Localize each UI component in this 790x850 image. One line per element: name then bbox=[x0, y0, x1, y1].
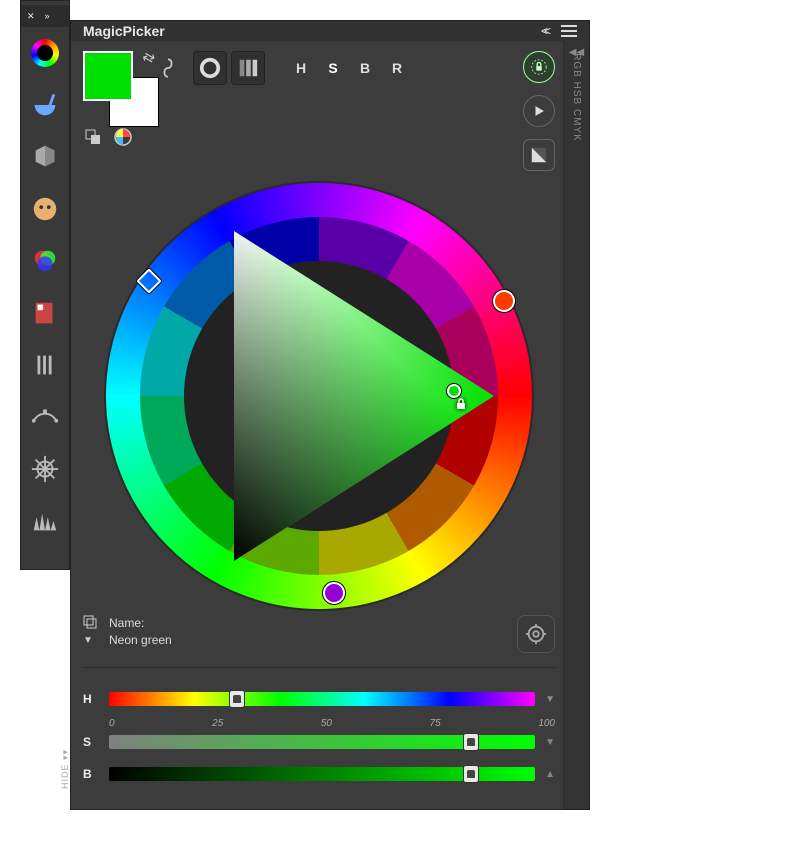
close-icon[interactable]: ✕ bbox=[27, 11, 35, 22]
nodes-icon bbox=[30, 402, 60, 432]
gradient-bars-button[interactable] bbox=[231, 51, 265, 85]
color-scheme-icon[interactable] bbox=[113, 127, 133, 147]
link-colors-icon[interactable] bbox=[161, 57, 181, 79]
sidebar-item-5[interactable] bbox=[26, 294, 64, 332]
slider-s-thumb[interactable] bbox=[463, 733, 479, 751]
channel-b-button[interactable]: B bbox=[351, 51, 379, 85]
sidebar-item-1[interactable] bbox=[26, 86, 64, 124]
slider-h-label: H bbox=[83, 692, 99, 706]
complement-indicator-1[interactable] bbox=[323, 582, 345, 604]
color-name-label: Name: bbox=[109, 615, 172, 632]
default-colors-icon[interactable] bbox=[83, 127, 103, 147]
swap-colors-icon[interactable]: ⇄ bbox=[140, 47, 159, 68]
color-name-row: ▼ Name: Neon green bbox=[83, 615, 555, 653]
sidebar-item-9[interactable] bbox=[26, 502, 64, 540]
sv-picker-dot[interactable] bbox=[447, 384, 461, 398]
panel-title: MagicPicker bbox=[83, 23, 165, 39]
hide-sliders-label[interactable]: HIDE ▾▾ bbox=[60, 749, 71, 789]
brushes-icon bbox=[30, 350, 60, 380]
slider-s: S ▼ bbox=[83, 735, 555, 749]
color-name-text: Name: Neon green bbox=[109, 615, 172, 649]
expand-icon[interactable]: » bbox=[45, 11, 50, 21]
plugin-dock-sidebar: ✕ » bbox=[20, 0, 70, 570]
foreground-swatch[interactable] bbox=[83, 51, 133, 101]
slider-b-label: B bbox=[83, 767, 99, 781]
sidebar-item-7[interactable] bbox=[26, 398, 64, 436]
cube-icon bbox=[30, 142, 60, 172]
color-wheel[interactable] bbox=[104, 181, 534, 611]
slider-h-thumb[interactable] bbox=[229, 690, 245, 708]
slider-b: B ▲ bbox=[83, 767, 555, 781]
corner-mode-button[interactable] bbox=[523, 139, 555, 171]
slider-s-label: S bbox=[83, 735, 99, 749]
mode-strip-label: RGB HSB CMYK bbox=[571, 53, 582, 142]
expand-name-icon[interactable]: ▼ bbox=[83, 635, 97, 646]
rgb-circles-icon bbox=[30, 246, 60, 276]
settings-button[interactable] bbox=[517, 615, 555, 653]
lock-icon bbox=[455, 398, 469, 412]
collapse-button[interactable]: << bbox=[541, 24, 547, 38]
slider-h: H ▼ bbox=[83, 692, 555, 706]
play-button[interactable] bbox=[523, 95, 555, 127]
slider-b-stepup[interactable]: ▲ bbox=[545, 769, 555, 780]
sidebar-item-8[interactable] bbox=[26, 450, 64, 488]
channel-r-button[interactable]: R bbox=[383, 51, 411, 85]
sidebar-item-3[interactable] bbox=[26, 190, 64, 228]
color-mode-strip[interactable]: ◀◀ RGB HSB CMYK bbox=[563, 41, 589, 809]
sidebar-item-2[interactable] bbox=[26, 138, 64, 176]
mortar-icon bbox=[30, 90, 60, 120]
channel-h-button[interactable]: H bbox=[287, 51, 315, 85]
sidebar-header: ✕ » bbox=[21, 5, 69, 27]
slider-b-thumb[interactable] bbox=[463, 765, 479, 783]
slider-s-track[interactable] bbox=[109, 735, 535, 749]
panel-menu-button[interactable] bbox=[561, 25, 577, 37]
slider-s-stepdown[interactable]: ▼ bbox=[545, 737, 555, 748]
lock-wheel-button[interactable] bbox=[523, 51, 555, 83]
mode-toolbar: H S B R bbox=[193, 51, 411, 85]
sidebar-item-4[interactable] bbox=[26, 242, 64, 280]
book-icon bbox=[30, 298, 60, 328]
color-ring-icon bbox=[31, 39, 59, 67]
slider-scale: 0 25 50 75 100 bbox=[109, 718, 555, 729]
slider-h-stepdown[interactable]: ▼ bbox=[545, 694, 555, 705]
ring-mode-button[interactable] bbox=[193, 51, 227, 85]
sidebar-item-magicpicker[interactable] bbox=[26, 34, 64, 72]
channel-s-button[interactable]: S bbox=[319, 51, 347, 85]
fg-bg-swatches[interactable]: ⇄ bbox=[83, 51, 153, 121]
slider-b-track[interactable] bbox=[109, 767, 535, 781]
slider-h-track[interactable] bbox=[109, 692, 535, 706]
grass-icon bbox=[30, 506, 60, 536]
color-name-value: Neon green bbox=[109, 632, 172, 649]
hsb-sliders: HIDE ▾▾ H ▼ 0 25 50 75 100 S bbox=[83, 667, 555, 799]
magicpicker-panel: MagicPicker << ⇄ bbox=[70, 20, 590, 810]
copy-name-icon[interactable] bbox=[83, 615, 97, 629]
sidebar-item-6[interactable] bbox=[26, 346, 64, 384]
complement-indicator-2[interactable] bbox=[493, 290, 515, 312]
ship-wheel-icon bbox=[30, 454, 60, 484]
palette-face-icon bbox=[30, 194, 60, 224]
panel-titlebar: MagicPicker << bbox=[71, 21, 589, 41]
sv-triangle[interactable] bbox=[214, 221, 514, 571]
